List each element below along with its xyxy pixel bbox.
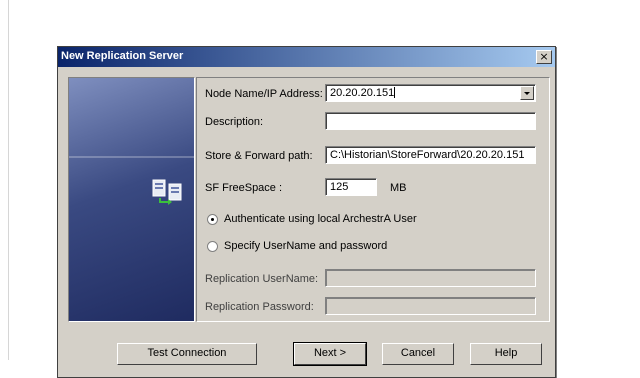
- auth-custom-radio[interactable]: [207, 241, 218, 252]
- title-bar: New Replication Server ×: [58, 47, 555, 67]
- cancel-button[interactable]: Cancel: [382, 343, 454, 365]
- dialog-title: New Replication Server: [61, 50, 184, 62]
- sf-freespace-label: SF FreeSpace :: [205, 182, 283, 194]
- description-field[interactable]: [325, 112, 536, 130]
- chevron-down-icon[interactable]: [520, 86, 534, 100]
- side-banner: [68, 77, 195, 322]
- sf-freespace-unit: MB: [390, 182, 407, 194]
- server-replication-icon: [152, 179, 182, 205]
- test-connection-button[interactable]: Test Connection: [117, 343, 257, 365]
- description-label: Description:: [205, 116, 264, 128]
- node-name-label: Node Name/IP Address:: [205, 88, 323, 100]
- replication-username-label: Replication UserName:: [205, 273, 319, 285]
- banner-stripe: [69, 156, 194, 158]
- auth-local-radio[interactable]: [207, 214, 218, 225]
- auth-local-label[interactable]: Authenticate using local ArchestrA User: [224, 213, 417, 225]
- new-replication-server-dialog: New Replication Server × Node Name/IP Ad…: [57, 46, 556, 378]
- close-icon: ×: [539, 50, 549, 63]
- node-name-value: 20.20.20.151: [330, 87, 395, 99]
- form-panel: Node Name/IP Address: 20.20.20.151 Descr…: [196, 77, 550, 322]
- replication-password-field[interactable]: [325, 297, 536, 315]
- help-button[interactable]: Help: [470, 343, 542, 365]
- text-caret: [394, 87, 396, 98]
- auth-custom-label[interactable]: Specify UserName and password: [224, 240, 387, 252]
- next-button[interactable]: Next >: [293, 342, 367, 366]
- background-edge: [8, 0, 9, 360]
- sf-freespace-field[interactable]: 125: [325, 178, 377, 196]
- close-button[interactable]: ×: [536, 50, 552, 64]
- sf-path-field[interactable]: C:\Historian\StoreForward\20.20.20.151: [325, 146, 536, 164]
- replication-password-label: Replication Password:: [205, 301, 314, 313]
- replication-username-field[interactable]: [325, 269, 536, 287]
- node-name-combobox[interactable]: 20.20.20.151: [325, 84, 536, 102]
- sf-path-label: Store & Forward path:: [205, 150, 313, 162]
